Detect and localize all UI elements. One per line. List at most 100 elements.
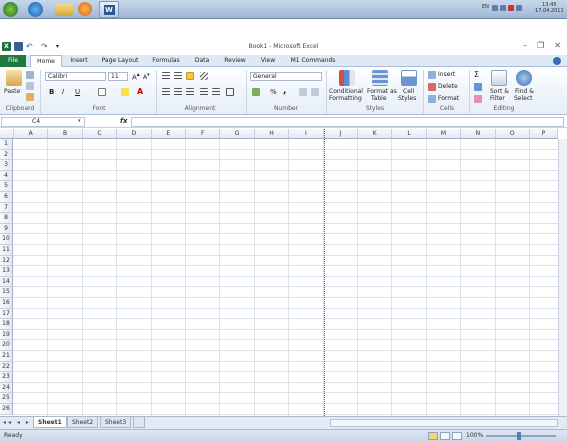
word-icon[interactable]: W [99,1,119,18]
row-header[interactable]: 26 [0,404,13,415]
fill-icon[interactable] [474,83,482,91]
borders-icon[interactable] [98,88,106,96]
tray-icons[interactable] [492,5,528,13]
table-label[interactable]: Table [371,95,387,102]
paste-icon[interactable] [6,70,22,86]
formula-input[interactable] [131,117,564,127]
tab-view[interactable]: View [256,55,280,67]
minimize-icon[interactable]: – [523,41,527,50]
middle-align-icon[interactable] [174,72,182,80]
decrease-decimal-icon[interactable] [311,88,319,96]
conditional-formatting-label-2[interactable]: Formatting [329,95,362,102]
normal-view-icon[interactable] [428,432,438,440]
filter-label[interactable]: Filter [490,95,505,102]
font-size-select[interactable]: 11 [108,72,128,81]
find-label[interactable]: Find & [515,88,534,95]
bottom-align-icon[interactable] [186,72,194,80]
select-all-corner[interactable] [0,129,14,139]
row-header[interactable]: 15 [0,287,13,298]
sort-filter-icon[interactable] [491,70,507,86]
align-right-icon[interactable] [186,88,194,96]
insert-function-button[interactable]: fx [120,117,128,125]
decrease-indent-icon[interactable] [200,88,208,96]
column-header[interactable]: K [358,129,393,139]
row-header[interactable]: 19 [0,329,13,341]
column-header[interactable]: B [48,129,83,139]
name-box[interactable]: C4 [1,117,85,127]
clock[interactable]: 13:45 17.04.2011 [535,2,564,14]
sort-label[interactable]: Sort & [490,88,509,95]
row-header[interactable]: 20 [0,340,13,351]
underline-button[interactable]: U [75,88,80,96]
orientation-icon[interactable] [200,72,208,80]
grow-font-icon[interactable]: A▴ [132,72,140,81]
worksheet-grid[interactable]: A B C D E F G H I J K L M N O P 1 2 3 4 5 6 7 8 9 10 11 12 13 14 15 16 1… [0,129,567,416]
column-header[interactable]: J [323,129,358,139]
zoom-slider-knob[interactable] [517,432,521,440]
row-header[interactable]: 14 [0,276,13,288]
row-header[interactable]: 22 [0,361,13,373]
conditional-formatting-icon[interactable] [339,70,355,86]
clear-icon[interactable] [474,95,482,103]
row-header[interactable]: 23 [0,372,13,383]
currency-icon[interactable] [252,88,260,96]
sheet-tab-sheet2[interactable]: Sheet2 [67,417,99,428]
select-label[interactable]: Select [514,95,533,102]
column-header[interactable]: G [220,129,255,139]
zoom-slider[interactable] [486,435,556,437]
column-header[interactable]: N [461,129,496,139]
column-header[interactable]: F [186,129,221,139]
column-header[interactable]: L [392,129,427,139]
autosum-button[interactable]: Σ [474,70,479,79]
paste-label[interactable]: Paste [4,88,20,95]
row-header[interactable]: 8 [0,213,13,224]
horizontal-scrollbar[interactable] [330,419,558,427]
column-header[interactable]: H [254,129,290,139]
format-cells-icon[interactable] [428,95,436,103]
row-header[interactable]: 24 [0,382,13,394]
row-header[interactable]: 4 [0,170,13,182]
font-name-select[interactable]: Calibri [45,72,106,81]
close-icon[interactable]: ✕ [554,41,561,50]
row-header[interactable]: 1 [0,139,13,150]
sheet-tab-sheet3[interactable]: Sheet3 [100,417,132,428]
column-header[interactable]: M [426,129,462,139]
row-header[interactable]: 11 [0,245,13,256]
merge-center-icon[interactable] [226,88,234,96]
column-header[interactable]: E [151,129,186,139]
shrink-font-icon[interactable]: A▾ [143,72,150,81]
page-break-view-icon[interactable] [452,432,462,440]
column-header[interactable]: D [117,129,152,139]
column-header[interactable]: A [14,129,49,139]
start-icon[interactable] [3,2,18,17]
format-as-table-icon[interactable] [372,70,388,86]
page-layout-view-icon[interactable] [440,432,450,440]
tab-insert[interactable]: Insert [66,55,92,67]
italic-button[interactable]: I [62,88,64,96]
tab-m1-commands[interactable]: M1 Commands [287,55,339,67]
insert-cells-button[interactable]: Insert [438,71,455,78]
percent-button[interactable]: % [270,88,277,96]
zoom-level[interactable]: 100% [466,432,483,439]
format-cells-button[interactable]: Format [438,95,459,102]
font-color-icon[interactable]: A [137,87,143,96]
row-header[interactable]: 2 [0,149,13,161]
delete-cells-button[interactable]: Delete [438,83,458,90]
row-header[interactable]: 25 [0,393,13,404]
cell-styles-icon[interactable] [401,70,417,86]
top-align-icon[interactable] [162,72,170,80]
row-header[interactable]: 3 [0,160,13,171]
ie-icon[interactable] [28,2,43,17]
row-header[interactable]: 13 [0,266,13,277]
cell-styles-label[interactable]: Styles [398,95,416,102]
tab-file[interactable]: File [0,55,26,67]
format-as-label[interactable]: Format as [367,88,397,95]
align-left-icon[interactable] [162,88,170,96]
increase-decimal-icon[interactable] [299,88,307,96]
help-icon[interactable] [553,57,561,65]
name-box-dropdown-icon[interactable]: ▾ [78,118,81,124]
tab-data[interactable]: Data [190,55,214,67]
conditional-formatting-label[interactable]: Conditional [329,88,363,95]
comma-button[interactable]: , [283,86,286,96]
format-painter-icon[interactable] [26,93,34,101]
